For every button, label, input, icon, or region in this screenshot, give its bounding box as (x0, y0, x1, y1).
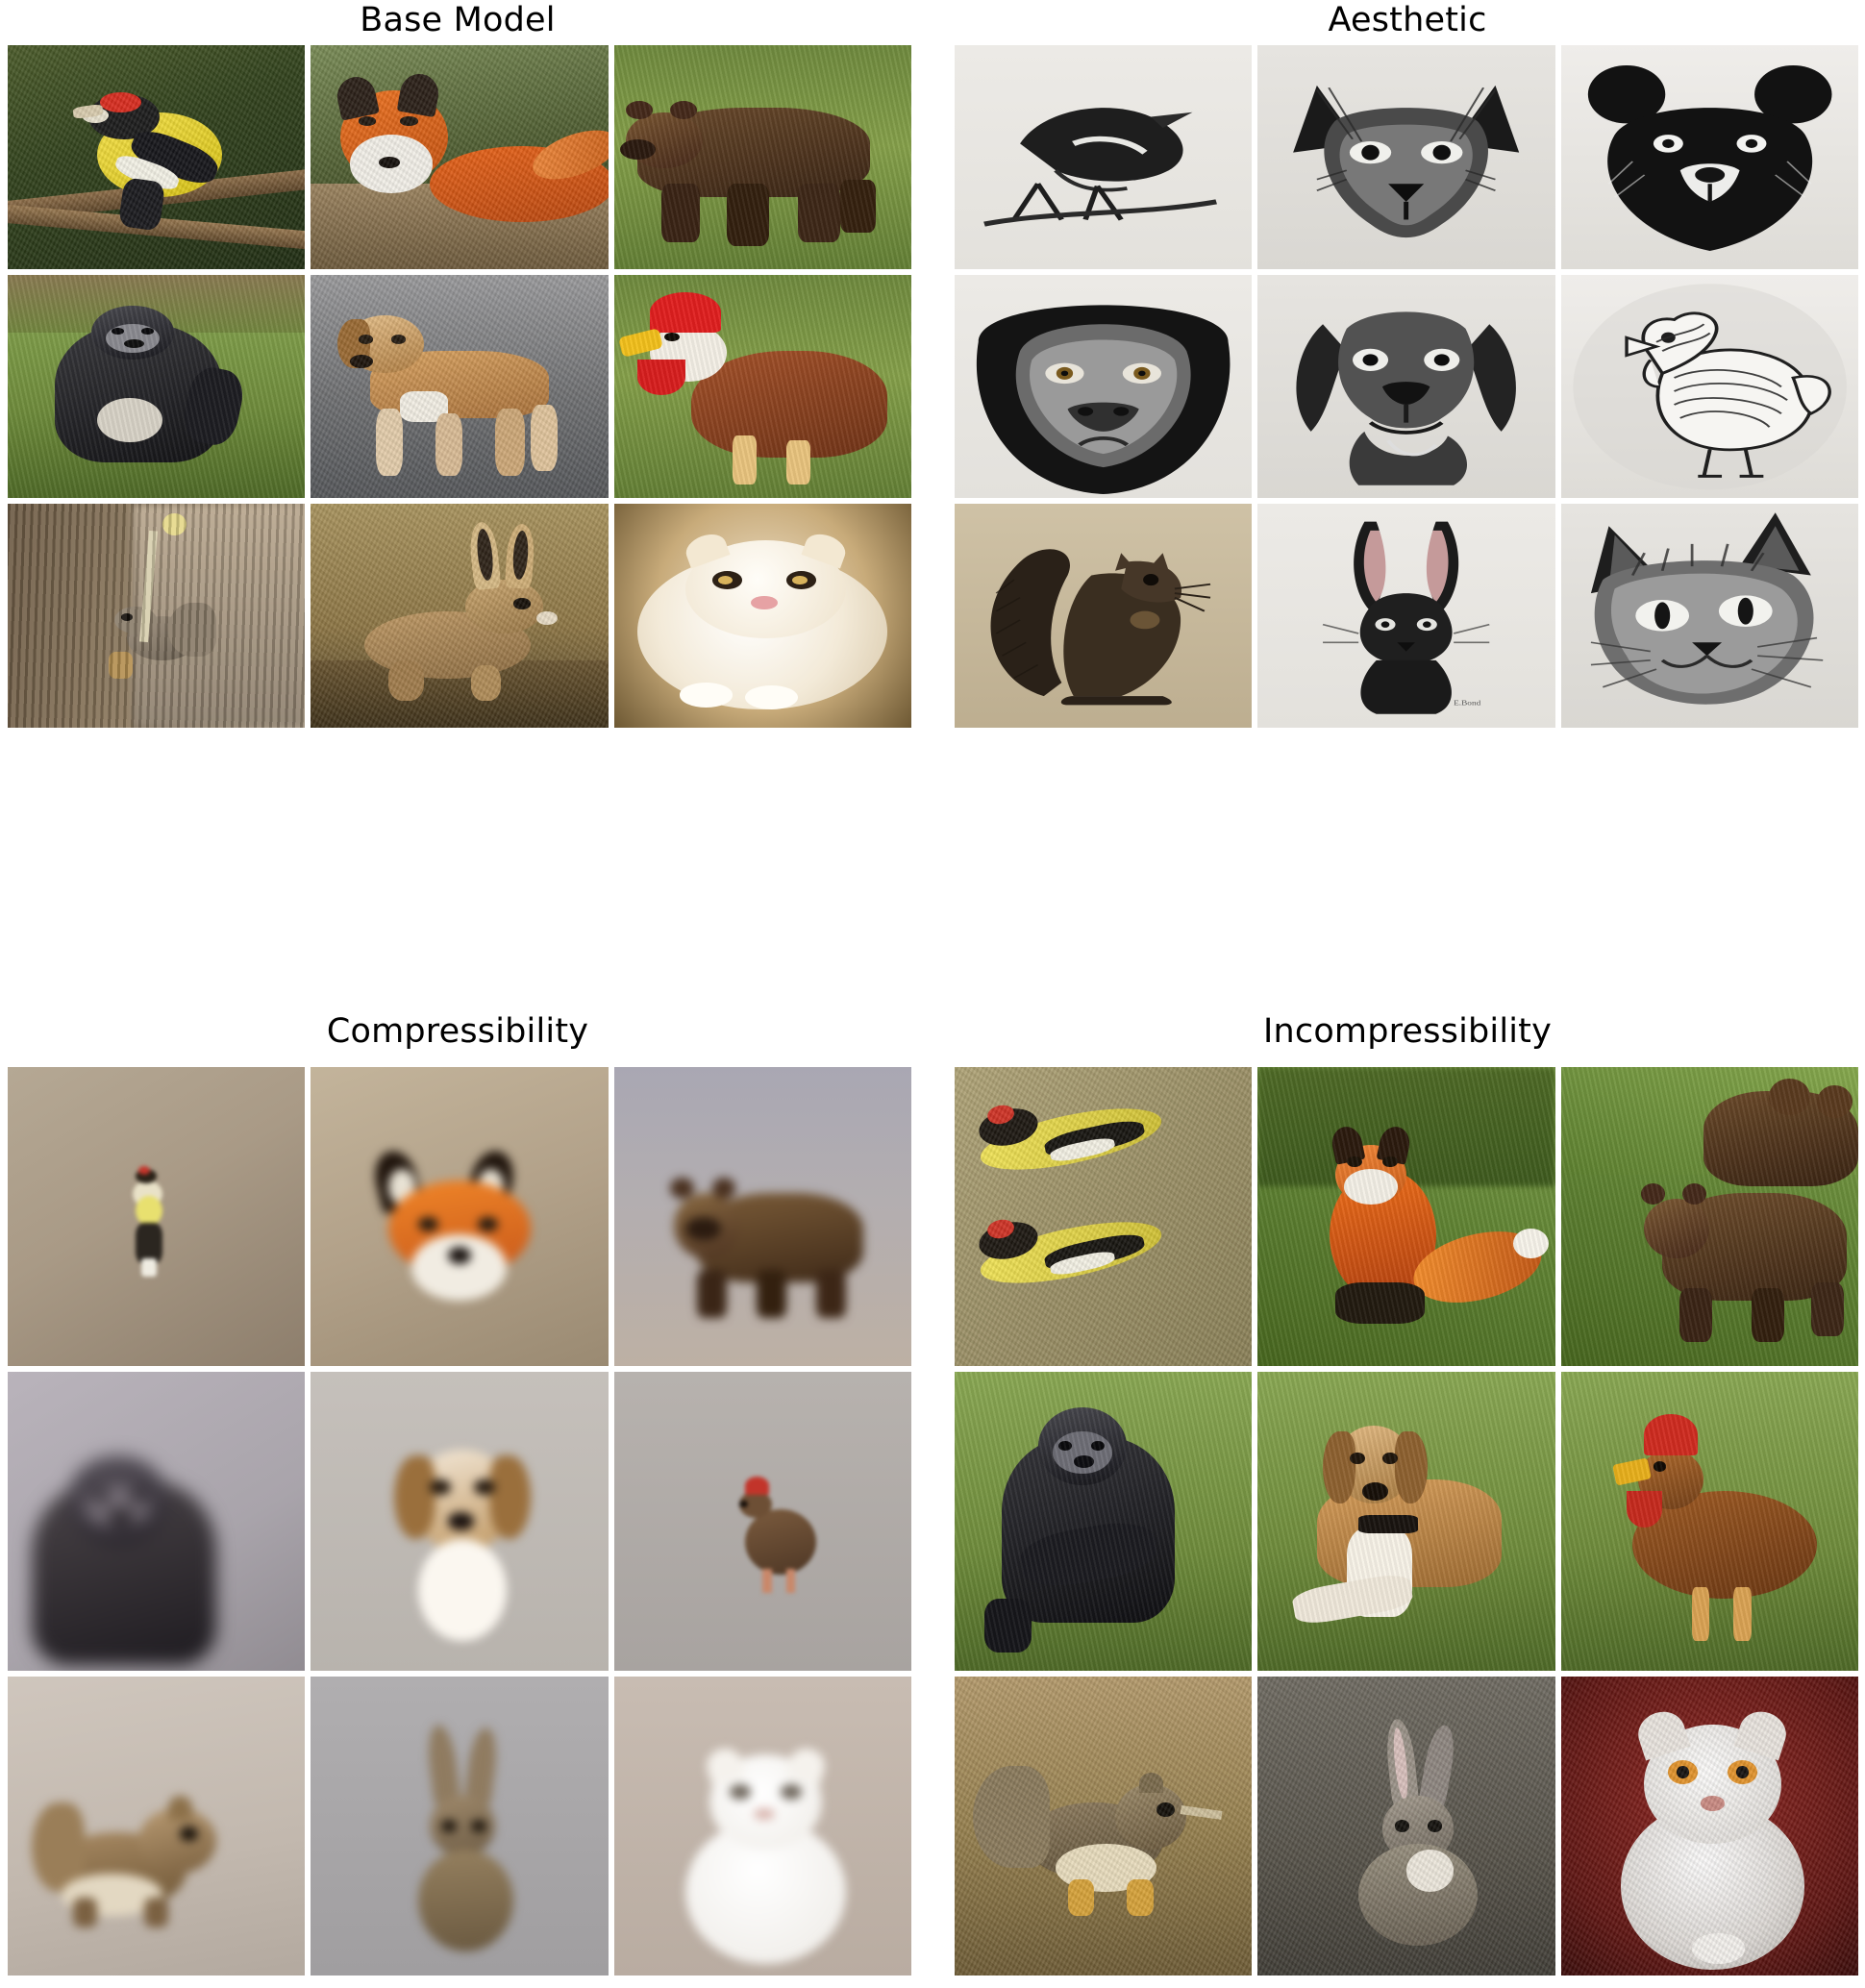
image-cell-cat[interactable] (613, 504, 911, 728)
image-cell-i-squirrel[interactable] (955, 1677, 1253, 1976)
figure-root: Base Model Aesthetic E.Bond Compressibil… (0, 0, 1865, 1988)
panel-compressibility: Compressibility (0, 1002, 915, 1982)
image-cell-cat-sketch[interactable] (1560, 504, 1858, 728)
image-cell-c-hare[interactable] (311, 1677, 609, 1976)
image-cell-c-gorilla[interactable] (8, 1372, 306, 1671)
image-cell-c-fox[interactable] (311, 1067, 609, 1366)
image-cell-c-dog[interactable] (311, 1372, 609, 1671)
image-cell-i-cat[interactable] (1560, 1677, 1858, 1976)
image-cell-squirrel-sketch[interactable] (955, 504, 1253, 728)
image-cell-dog-sketch[interactable] (1257, 274, 1555, 499)
image-cell-squirrel[interactable] (8, 504, 306, 728)
image-cell-gorilla-sketch[interactable] (955, 274, 1253, 499)
image-cell-goldfinch[interactable] (8, 45, 306, 269)
panel-title-base-model: Base Model (360, 1, 556, 39)
image-grid-incompressibility (955, 1067, 1858, 1976)
image-cell-i-birds[interactable] (955, 1067, 1253, 1366)
image-cell-fox[interactable] (311, 45, 609, 269)
image-cell-dog[interactable] (311, 274, 609, 499)
image-cell-i-bears[interactable] (1560, 1067, 1858, 1366)
image-cell-bird-sketch[interactable] (955, 45, 1253, 269)
image-cell-i-fox[interactable] (1257, 1067, 1555, 1366)
image-cell-c-bird[interactable] (8, 1067, 306, 1366)
image-cell-bear-sketch[interactable] (1560, 45, 1858, 269)
panel-title-aesthetic: Aesthetic (1328, 1, 1487, 39)
panel-base-model: Base Model (0, 0, 915, 731)
image-cell-fox-sketch[interactable] (1257, 45, 1555, 269)
image-cell-hare[interactable] (311, 504, 609, 728)
image-grid-compressibility (8, 1067, 911, 1976)
image-cell-i-hen[interactable] (1560, 1372, 1858, 1671)
image-cell-c-cat[interactable] (613, 1677, 911, 1976)
panel-aesthetic: Aesthetic E.Bond (950, 0, 1865, 731)
image-cell-rooster-sketch[interactable] (1560, 274, 1858, 499)
panel-incompressibility: Incompressibility (950, 1002, 1865, 1982)
image-grid-aesthetic: E.Bond (955, 45, 1858, 728)
image-cell-rooster[interactable] (613, 274, 911, 499)
panel-title-compressibility: Compressibility (326, 1012, 589, 1051)
image-cell-gorilla[interactable] (8, 274, 306, 499)
image-cell-c-bear[interactable] (613, 1067, 911, 1366)
image-cell-c-squirrel[interactable] (8, 1677, 306, 1976)
image-cell-i-gorilla[interactable] (955, 1372, 1253, 1671)
image-cell-i-rabbit[interactable] (1257, 1677, 1555, 1976)
image-cell-c-hen[interactable] (613, 1372, 911, 1671)
panel-title-incompressibility: Incompressibility (1262, 1012, 1553, 1051)
image-cell-bear[interactable] (613, 45, 911, 269)
image-cell-i-dog[interactable] (1257, 1372, 1555, 1671)
image-grid-base-model (8, 45, 911, 728)
svg-text:E.Bond: E.Bond (1454, 700, 1480, 708)
image-cell-rabbit-sketch[interactable]: E.Bond (1257, 504, 1555, 728)
